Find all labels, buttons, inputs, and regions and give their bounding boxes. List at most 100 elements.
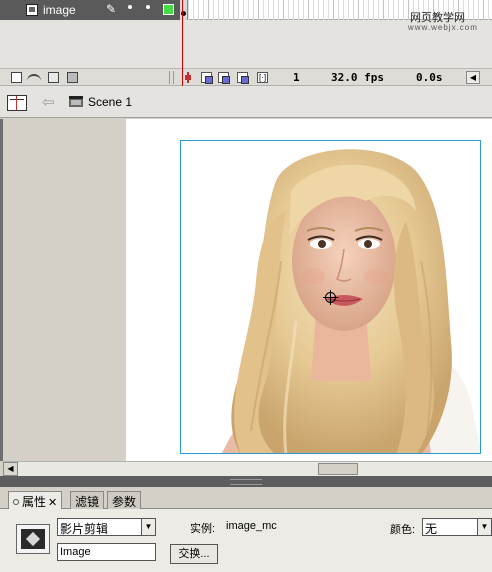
insert-folder-icon[interactable] (48, 72, 59, 83)
center-frame-icon[interactable] (185, 72, 191, 83)
timeline-panel: image ✎ 网页教学网 www.webjx.com [·] 1 32.0 f… (0, 0, 492, 88)
frame-tick (348, 0, 349, 20)
frame-tick (288, 0, 289, 20)
frame-tick (193, 0, 194, 20)
frame-tick (313, 0, 314, 20)
swap-button[interactable]: 交换... (170, 544, 218, 564)
motion-guide-icon[interactable] (27, 74, 41, 85)
tab-label: 参数 (112, 495, 137, 509)
layer-name[interactable]: image (43, 3, 76, 17)
frame-tick (213, 0, 214, 20)
frame-tick (338, 0, 339, 20)
frame-tick (298, 0, 299, 20)
frame-tick (328, 0, 329, 20)
frame-tick (323, 0, 324, 20)
visibility-dot-icon[interactable] (128, 5, 132, 9)
chevron-down-icon[interactable]: ▼ (141, 519, 155, 535)
symbol-type-select[interactable]: 影片剪辑 ▼ (57, 518, 156, 536)
frame-tick (228, 0, 229, 20)
scroll-left-icon[interactable]: ◀ (3, 462, 18, 476)
divider (169, 71, 170, 84)
frame-tick (293, 0, 294, 20)
frame-tick (203, 0, 204, 20)
scene-name[interactable]: Scene 1 (88, 95, 132, 109)
tab-filters[interactable]: 滤镜 (70, 491, 105, 509)
frame-tick (238, 0, 239, 20)
properties-tab-bar: 属性 ✕ 滤镜 参数 (0, 487, 492, 510)
panel-divider-handle[interactable] (0, 476, 492, 487)
onion-skin-icon[interactable] (201, 72, 213, 84)
playhead[interactable] (182, 0, 183, 86)
frame-tick (318, 0, 319, 20)
chevron-down-icon[interactable]: ▼ (477, 519, 491, 535)
frame-tick (398, 0, 399, 20)
close-icon[interactable]: ✕ (48, 497, 57, 509)
insert-layer-icon[interactable] (11, 72, 22, 83)
frame-tick (353, 0, 354, 20)
frame-tick (373, 0, 374, 20)
movieclip-symbol-icon (16, 524, 50, 554)
divider (173, 71, 174, 84)
frame-tick (483, 0, 484, 20)
frame-tick (283, 0, 284, 20)
frame-tick (393, 0, 394, 20)
layer-row[interactable]: image ✎ (0, 0, 180, 20)
instance-name: image_mc (226, 520, 277, 532)
frame-tick (488, 0, 489, 20)
symbol-type-value: 影片剪辑 (60, 522, 109, 536)
watermark-url: www.webjx.com (408, 23, 478, 32)
frame-tick (368, 0, 369, 20)
tab-properties[interactable]: 属性 ✕ (8, 491, 63, 510)
frame-tick (403, 0, 404, 20)
frame-rate[interactable]: 32.0 fps (331, 71, 384, 84)
frame-tick (243, 0, 244, 20)
back-arrow-icon[interactable]: ⇦ (42, 93, 55, 111)
frame-tick (468, 0, 469, 20)
onion-markers-icon[interactable]: [·] (257, 72, 268, 83)
frame-tick (273, 0, 274, 20)
outline-color-swatch[interactable] (163, 4, 174, 15)
elapsed-time: 0.0s (416, 71, 443, 84)
tab-parameters[interactable]: 参数 (107, 491, 142, 509)
pasteboard (3, 119, 126, 461)
scene-clapper-icon (69, 96, 83, 107)
color-effect-value: 无 (425, 522, 438, 536)
frame-tick (218, 0, 219, 20)
timeline-scroll-left-icon[interactable]: ◀ (466, 71, 480, 84)
frame-tick (248, 0, 249, 20)
layer-icon (26, 4, 38, 16)
current-frame: 1 (293, 71, 300, 84)
color-effect-select[interactable]: 无 ▼ (422, 518, 492, 536)
transform-point-icon[interactable] (323, 290, 338, 305)
frame-tick (208, 0, 209, 20)
edit-multiple-frames-icon[interactable] (237, 72, 249, 84)
frame-tick (263, 0, 264, 20)
frame-tick (408, 0, 409, 20)
frame-tick (383, 0, 384, 20)
frame-tick (378, 0, 379, 20)
frame-tick (363, 0, 364, 20)
frame-tick (278, 0, 279, 20)
tab-label: 属性 (22, 495, 47, 509)
frame-tick (473, 0, 474, 20)
delete-layer-icon[interactable] (67, 72, 78, 83)
stage-horizontal-scrollbar[interactable]: ◀ (3, 461, 492, 476)
frame-tick (303, 0, 304, 20)
timeline-toggle-icon[interactable] (7, 95, 27, 111)
instance-label: 实例: (190, 523, 216, 535)
frame-tick (333, 0, 334, 20)
frame-tick (343, 0, 344, 20)
frame-tick (223, 0, 224, 20)
lock-dot-icon[interactable] (146, 5, 150, 9)
frame-tick (258, 0, 259, 20)
frame-tick (198, 0, 199, 20)
frame-tick (188, 0, 189, 20)
frame-tick (253, 0, 254, 20)
edit-bar: ⇦ Scene 1 (0, 88, 492, 118)
instance-name-input[interactable] (57, 543, 156, 561)
panel-gem-icon (13, 499, 19, 505)
onion-outline-icon[interactable] (218, 72, 230, 84)
scroll-thumb[interactable] (318, 463, 358, 475)
frame-tick (308, 0, 309, 20)
frame-tick (233, 0, 234, 20)
